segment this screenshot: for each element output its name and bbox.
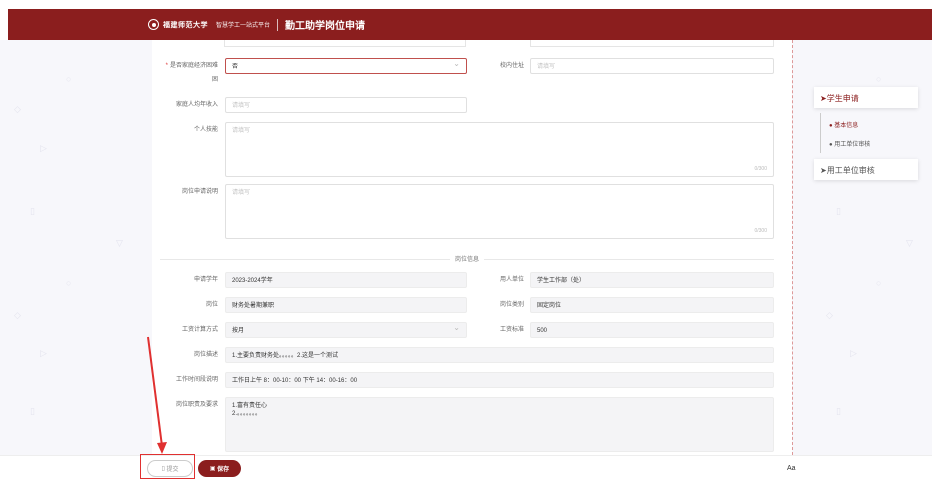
sidebar-student-apply[interactable]: ➤学生申请 — [814, 87, 918, 108]
triangle-decor-icon: ▽ — [906, 238, 913, 248]
time-label: 工作时间段说明 — [175, 377, 218, 383]
chevron-down-icon: ⌄ — [453, 59, 460, 68]
campus-addr-input[interactable]: 请填写 — [530, 58, 774, 74]
circle-decor-icon: ○ — [876, 278, 882, 288]
left-background — [0, 40, 152, 455]
skills-count: 0/300 — [754, 166, 767, 172]
sidebar-sub-label: 基本信息 — [834, 123, 859, 129]
poverty-label-wrap: 困 — [211, 77, 218, 83]
save-button[interactable]: ▣ 保存 — [198, 460, 241, 477]
sidebar-sub-label: 用工单位审核 — [834, 142, 871, 148]
employer-label: 用人单位 — [499, 277, 524, 283]
year-field: 2023-2024学年 — [225, 272, 467, 288]
poverty-select[interactable]: 否 ⌄ — [225, 58, 467, 74]
duty-line: 1.富有责任心 — [232, 403, 268, 409]
wage-method-value: 按月 — [232, 328, 245, 334]
duty-line: 2.。。。。。。。 — [232, 411, 262, 417]
header-divider — [277, 18, 279, 31]
scrolled-field-top — [224, 40, 466, 47]
top-header: 福建师范大学 智慧学工一站式平台 勤工助学岗位申请 — [8, 9, 932, 40]
section-divider: 岗位信息 — [160, 254, 774, 264]
page-title: 勤工助学岗位申请 — [285, 21, 366, 32]
apply-desc-label: 岗位申请说明 — [181, 189, 218, 195]
sidebar-label: 用工单位审核 — [826, 166, 875, 175]
rect-decor-icon: ▯ — [836, 206, 841, 216]
school-name: 福建师范大学 — [163, 21, 208, 29]
triangle-decor-icon: ▷ — [850, 348, 857, 358]
save-label: 保存 — [217, 467, 230, 473]
diamond-decor-icon: ◇ — [826, 310, 833, 320]
sidebar-employer-review-sub[interactable]: ● 用工单位审核 — [824, 139, 870, 148]
income-input[interactable]: 请填写 — [225, 97, 467, 113]
rect-decor-icon: ▯ — [836, 406, 841, 416]
wage-method-label: 工资计算方式 — [181, 327, 218, 333]
platform-name: 智慧学工一站式平台 — [216, 23, 271, 29]
year-label: 申请学年 — [193, 277, 218, 283]
skills-label: 个人技能 — [193, 127, 218, 133]
desc-label: 岗位描述 — [193, 352, 218, 358]
skills-placeholder: 请填写 — [232, 128, 251, 134]
circle-decor-icon: ○ — [876, 74, 882, 84]
highlight-box — [140, 454, 195, 479]
category-label: 岗位类别 — [499, 302, 524, 308]
apply-desc-placeholder: 请填写 — [232, 190, 251, 196]
font-size-indicator: Aa — [787, 465, 796, 472]
wage-std-field: 500 — [530, 322, 774, 338]
income-label: 家庭人均年收入 — [175, 102, 218, 108]
duty-textarea[interactable]: 1.富有责任心 2.。。。。。。。 — [225, 397, 774, 452]
sidebar-employer-review[interactable]: ➤用工单位审核 — [814, 159, 918, 180]
campus-addr-label: 校内住址 — [499, 63, 524, 69]
post-field: 财务处暑期兼职 — [225, 297, 467, 313]
sidebar-sub-line — [820, 113, 821, 153]
desc-field: 1.主要负责财务处。。。。。2.这是一个测试 — [225, 347, 774, 363]
poverty-value: 否 — [232, 64, 239, 70]
section-title: 岗位信息 — [449, 254, 485, 263]
circle-decor-icon: ○ — [66, 278, 72, 288]
right-dashed-border — [792, 40, 793, 455]
poverty-label: * 是否家庭经济困难 — [165, 63, 218, 69]
skills-textarea[interactable]: 请填写 0/300 — [225, 122, 774, 177]
apply-desc-textarea[interactable]: 请填写 0/300 — [225, 184, 774, 239]
category-field: 固定岗位 — [530, 297, 774, 313]
post-label: 岗位 — [205, 302, 218, 308]
employer-field: 学生工作部（处） — [530, 272, 774, 288]
wage-std-label: 工资标准 — [499, 327, 524, 333]
chevron-down-icon: ⌄ — [453, 323, 460, 332]
school-seal-icon — [148, 19, 159, 30]
diamond-decor-icon: ◇ — [14, 310, 21, 320]
circle-decor-icon: ○ — [66, 74, 72, 84]
sidebar-basic-info[interactable]: ● 基本信息 — [824, 120, 858, 129]
apply-desc-count: 0/300 — [754, 228, 767, 234]
diamond-decor-icon: ◇ — [14, 104, 21, 114]
duty-label: 岗位职责及要求 — [175, 402, 218, 408]
time-field: 工作日上午 8：00-10：00 下午 14：00-16：00 — [225, 372, 774, 388]
school-logo: 福建师范大学 — [148, 19, 208, 30]
triangle-decor-icon: ▷ — [40, 348, 47, 358]
triangle-decor-icon: ▷ — [40, 143, 47, 153]
wage-method-select[interactable]: 按月 ⌄ — [225, 322, 467, 338]
sidebar-label: 学生申请 — [826, 94, 859, 103]
rect-decor-icon: ▯ — [30, 206, 35, 216]
scrolled-field-top — [530, 40, 774, 47]
triangle-decor-icon: ▽ — [116, 238, 123, 248]
rect-decor-icon: ▯ — [30, 406, 35, 416]
